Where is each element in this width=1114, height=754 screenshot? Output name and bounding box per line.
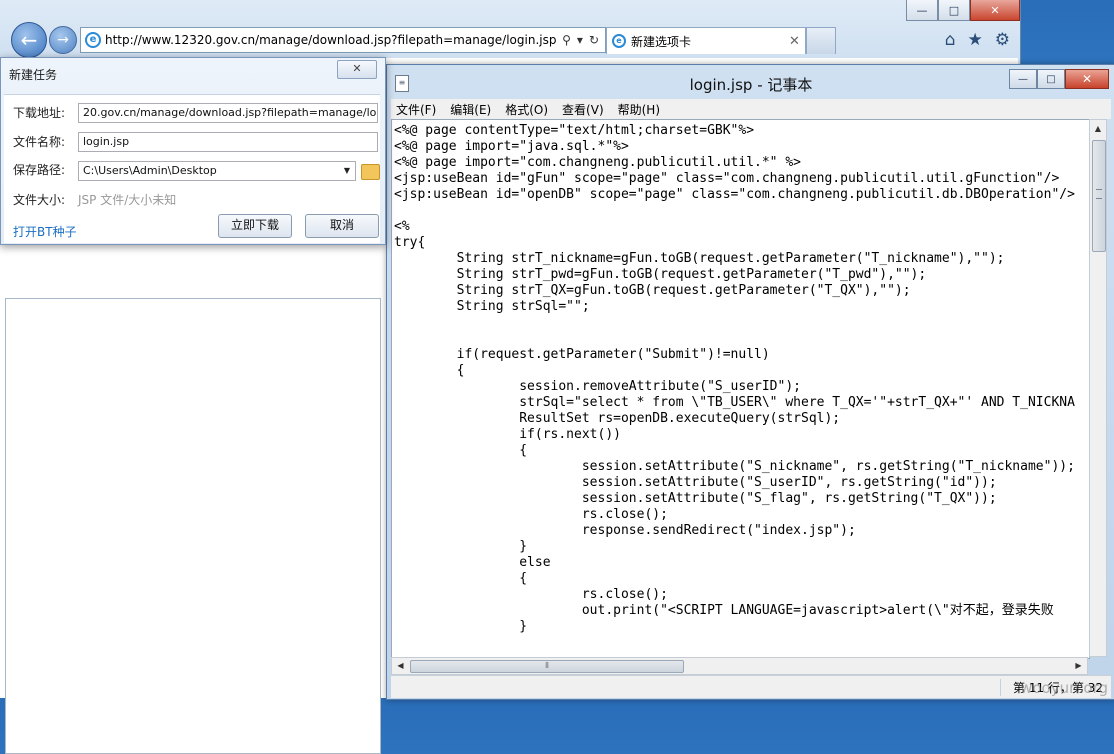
browser-close-button[interactable]: ✕ [970,0,1020,21]
forward-arrow-icon: → [57,32,69,48]
favorites-icon[interactable]: ★ [968,30,983,50]
new-task-dialog: 新建任务 ✕ 下载地址: 20.gov.cn/manage/download.j… [0,57,386,245]
home-icon[interactable]: ⌂ [945,30,956,50]
address-bar[interactable]: e http://www.12320.gov.cn/manage/downloa… [80,27,606,53]
filesize-label: 文件大小: [13,193,66,207]
filesize-value: JSP 文件/大小未知 [78,193,177,207]
notepad-titlebar[interactable]: ≡ login.jsp - 记事本 — □ ✕ [387,65,1114,99]
notepad-statusbar: 第 11 行，第 32 [391,675,1111,698]
vertical-scroll-thumb[interactable] [1092,140,1106,252]
tab-new[interactable]: e 新建选项卡 ✕ [606,27,806,54]
notepad-close-button[interactable]: ✕ [1065,69,1109,89]
file-content[interactable]: <%@ page contentType="text/html;charset=… [392,120,1089,635]
save-path-select[interactable]: C:\Users\Admin\Desktop ▼ [78,161,356,181]
notepad-window: ≡ login.jsp - 记事本 — □ ✕ 文件(F) 编辑(E) 格式(O… [386,64,1114,700]
url-field[interactable]: 20.gov.cn/manage/download.jsp?filepath=m… [78,103,378,123]
notepad-caption-buttons: — □ ✕ [1009,69,1109,89]
refresh-icon[interactable]: ↻ [589,33,599,47]
menu-edit[interactable]: 编辑(E) [450,101,491,118]
address-url[interactable]: http://www.12320.gov.cn/manage/download.… [105,33,562,47]
scroll-up-icon[interactable]: ▲ [1090,120,1106,137]
back-button[interactable]: ← [11,22,47,58]
menu-format[interactable]: 格式(O) [505,101,548,118]
url-label: 下载地址: [13,106,66,120]
new-tab-button[interactable] [806,27,836,54]
back-arrow-icon: ← [20,28,38,52]
cancel-button[interactable]: 取消 [305,214,379,238]
horizontal-scrollbar[interactable]: ◀ ⦀ ▶ [391,657,1088,675]
scroll-right-icon[interactable]: ▶ [1070,658,1087,674]
address-tools: ⚲ ▾ ↻ [562,33,605,47]
gear-icon[interactable]: ⚙ [995,30,1010,50]
tab-close-icon[interactable]: ✕ [789,34,805,49]
scroll-left-icon[interactable]: ◀ [392,658,409,674]
save-path-label: 保存路径: [13,163,66,177]
chevron-down-icon[interactable]: ▼ [339,162,355,180]
dropdown-icon[interactable]: ▾ [577,33,583,47]
folder-icon[interactable] [361,164,380,180]
ie-logo-icon: e [85,32,101,48]
notepad-minimize-button[interactable]: — [1009,69,1037,89]
browser-right-icons: ⌂ ★ ⚙ [945,30,1010,50]
menu-view[interactable]: 查看(V) [562,101,604,118]
menu-help[interactable]: 帮助(H) [618,101,660,118]
filename-label: 文件名称: [13,135,66,149]
notepad-menubar: 文件(F) 编辑(E) 格式(O) 查看(V) 帮助(H) [391,99,1111,119]
dialog-title: 新建任务 [9,68,58,82]
open-bt-seed-link[interactable]: 打开BT种子 [13,223,77,240]
notepad-text-area[interactable]: <%@ page contentType="text/html;charset=… [391,119,1090,659]
browser-minimize-button[interactable]: — [906,0,938,21]
browser-maximize-button[interactable]: □ [938,0,970,21]
menu-file[interactable]: 文件(F) [396,101,436,118]
forward-button[interactable]: → [49,26,77,54]
tab-label: 新建选项卡 [631,34,692,49]
browser-caption-buttons: — □ ✕ [906,0,1020,22]
filename-field[interactable]: login.jsp [78,132,378,152]
dialog-body: 下载地址: 20.gov.cn/manage/download.jsp?file… [4,94,380,243]
dialog-close-button[interactable]: ✕ [337,60,377,79]
search-icon[interactable]: ⚲ [562,33,571,47]
notepad-maximize-button[interactable]: □ [1037,69,1065,89]
horizontal-scroll-thumb[interactable]: ⦀ [410,660,684,673]
watermark: wooyun.org [1020,679,1108,697]
vertical-scrollbar[interactable]: ▲ [1089,119,1107,657]
save-path-value: C:\Users\Admin\Desktop [83,164,217,177]
notepad-title: login.jsp - 记事本 [689,76,813,94]
download-now-button[interactable]: 立即下载 [218,214,292,238]
ie-logo-icon: e [612,34,626,48]
page-blank-pane [5,298,381,754]
